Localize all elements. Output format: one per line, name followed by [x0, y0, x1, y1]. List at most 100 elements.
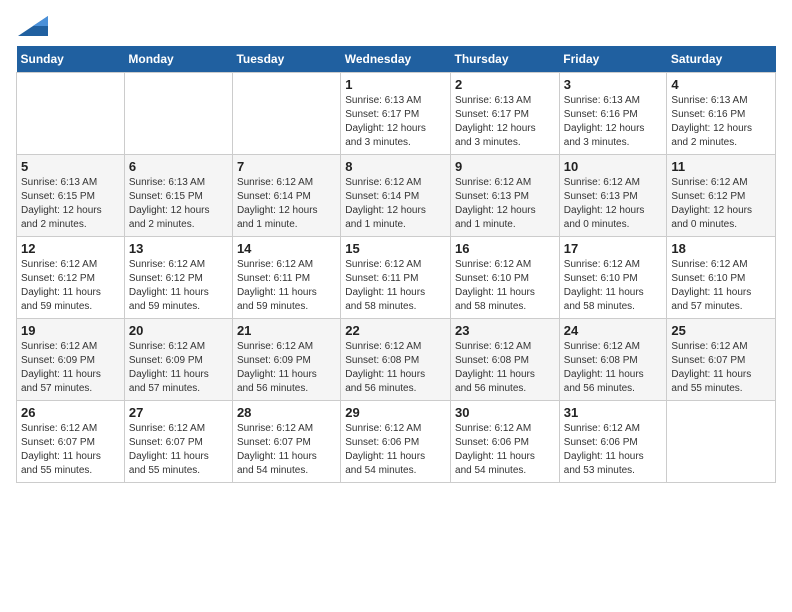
calendar-cell: 2Sunrise: 6:13 AM Sunset: 6:17 PM Daylig…	[451, 73, 560, 155]
day-info: Sunrise: 6:12 AM Sunset: 6:13 PM Dayligh…	[455, 176, 555, 232]
calendar-cell	[232, 73, 340, 155]
day-of-week-header: Saturday	[667, 46, 776, 73]
calendar-cell: 23 Sunrise: 6:12 AM Sunset: 6:08 PM Dayli…	[451, 319, 560, 401]
day-info: Sunrise: 6:12 AM Sunset: 6:07 PM Dayligh…	[129, 422, 228, 478]
calendar-cell: 29 Sunrise: 6:12 AM Sunset: 6:06 PM Dayli…	[341, 401, 451, 483]
calendar-cell	[17, 73, 125, 155]
calendar-cell: 7Sunrise: 6:12 AM Sunset: 6:14 PM Daylig…	[232, 155, 340, 237]
calendar-cell: 9 Sunrise: 6:12 AM Sunset: 6:13 PM Daylig…	[451, 155, 560, 237]
day-info: Sunrise: 6:12 AM Sunset: 6:08 PM Dayligh…	[564, 340, 663, 396]
day-number: 18	[671, 241, 771, 256]
day-number: 8	[345, 159, 446, 174]
day-number: 25	[671, 323, 771, 338]
day-info: Sunrise: 6:12 AM Sunset: 6:12 PM Dayligh…	[129, 258, 228, 314]
calendar-cell: 6 Sunrise: 6:13 AM Sunset: 6:15 PM Daylig…	[124, 155, 232, 237]
day-info: Sunrise: 6:13 AM Sunset: 6:15 PM Dayligh…	[21, 176, 120, 232]
day-info: Sunrise: 6:13 AM Sunset: 6:15 PM Dayligh…	[129, 176, 228, 232]
calendar-cell: 18 Sunrise: 6:12 AM Sunset: 6:10 PM Dayli…	[667, 237, 776, 319]
day-number: 29	[345, 405, 446, 420]
calendar-body: 1 Sunrise: 6:13 AM Sunset: 6:17 PM Daylig…	[17, 73, 776, 483]
day-info: Sunrise: 6:12 AM Sunset: 6:09 PM Dayligh…	[21, 340, 120, 396]
day-number: 26	[21, 405, 120, 420]
calendar-header: SundayMondayTuesdayWednesdayThursdayFrid…	[17, 46, 776, 73]
day-info: Sunrise: 6:12 AM Sunset: 6:07 PM Dayligh…	[21, 422, 120, 478]
day-info: Sunrise: 6:13 AM Sunset: 6:16 PM Dayligh…	[564, 94, 663, 150]
calendar-table: SundayMondayTuesdayWednesdayThursdayFrid…	[16, 46, 776, 483]
day-number: 1	[345, 77, 446, 92]
day-number: 30	[455, 405, 555, 420]
day-info: Sunrise: 6:13 AM Sunset: 6:16 PM Dayligh…	[671, 94, 771, 150]
day-number: 17	[564, 241, 663, 256]
calendar-cell: 15 Sunrise: 6:12 AM Sunset: 6:11 PM Dayli…	[341, 237, 451, 319]
logo-icon	[18, 16, 48, 36]
day-number: 3	[564, 77, 663, 92]
calendar-cell: 28 Sunrise: 6:12 AM Sunset: 6:07 PM Dayli…	[232, 401, 340, 483]
day-number: 22	[345, 323, 446, 338]
day-number: 14	[237, 241, 336, 256]
calendar-cell: 31Sunrise: 6:12 AM Sunset: 6:06 PM Dayli…	[559, 401, 667, 483]
day-number: 19	[21, 323, 120, 338]
day-info: Sunrise: 6:12 AM Sunset: 6:11 PM Dayligh…	[345, 258, 446, 314]
calendar-week-row: 19 Sunrise: 6:12 AM Sunset: 6:09 PM Dayli…	[17, 319, 776, 401]
day-number: 24	[564, 323, 663, 338]
day-info: Sunrise: 6:12 AM Sunset: 6:07 PM Dayligh…	[671, 340, 771, 396]
calendar-cell: 19 Sunrise: 6:12 AM Sunset: 6:09 PM Dayli…	[17, 319, 125, 401]
calendar-cell: 21 Sunrise: 6:12 AM Sunset: 6:09 PM Dayli…	[232, 319, 340, 401]
calendar-cell: 22 Sunrise: 6:12 AM Sunset: 6:08 PM Dayli…	[341, 319, 451, 401]
calendar-cell	[124, 73, 232, 155]
calendar-cell: 25 Sunrise: 6:12 AM Sunset: 6:07 PM Dayli…	[667, 319, 776, 401]
day-info: Sunrise: 6:12 AM Sunset: 6:10 PM Dayligh…	[564, 258, 663, 314]
calendar-week-row: 26 Sunrise: 6:12 AM Sunset: 6:07 PM Dayli…	[17, 401, 776, 483]
logo	[16, 16, 48, 36]
day-info: Sunrise: 6:12 AM Sunset: 6:06 PM Dayligh…	[345, 422, 446, 478]
day-of-week-header: Wednesday	[341, 46, 451, 73]
day-number: 11	[671, 159, 771, 174]
calendar-week-row: 1 Sunrise: 6:13 AM Sunset: 6:17 PM Daylig…	[17, 73, 776, 155]
day-of-week-header: Sunday	[17, 46, 125, 73]
calendar-cell: 20 Sunrise: 6:12 AM Sunset: 6:09 PM Dayli…	[124, 319, 232, 401]
day-info: Sunrise: 6:12 AM Sunset: 6:14 PM Dayligh…	[237, 176, 336, 232]
day-info: Sunrise: 6:12 AM Sunset: 6:14 PM Dayligh…	[345, 176, 446, 232]
calendar-cell: 11 Sunrise: 6:12 AM Sunset: 6:12 PM Dayli…	[667, 155, 776, 237]
calendar-cell: 30Sunrise: 6:12 AM Sunset: 6:06 PM Dayli…	[451, 401, 560, 483]
day-info: Sunrise: 6:12 AM Sunset: 6:07 PM Dayligh…	[237, 422, 336, 478]
day-info: Sunrise: 6:12 AM Sunset: 6:11 PM Dayligh…	[237, 258, 336, 314]
day-of-week-header: Thursday	[451, 46, 560, 73]
day-number: 13	[129, 241, 228, 256]
day-number: 9	[455, 159, 555, 174]
calendar-cell: 26 Sunrise: 6:12 AM Sunset: 6:07 PM Dayli…	[17, 401, 125, 483]
calendar-cell: 16Sunrise: 6:12 AM Sunset: 6:10 PM Dayli…	[451, 237, 560, 319]
day-number: 28	[237, 405, 336, 420]
calendar-cell: 13 Sunrise: 6:12 AM Sunset: 6:12 PM Dayli…	[124, 237, 232, 319]
day-number: 21	[237, 323, 336, 338]
day-info: Sunrise: 6:12 AM Sunset: 6:12 PM Dayligh…	[671, 176, 771, 232]
day-number: 16	[455, 241, 555, 256]
calendar-cell: 5 Sunrise: 6:13 AM Sunset: 6:15 PM Daylig…	[17, 155, 125, 237]
day-info: Sunrise: 6:13 AM Sunset: 6:17 PM Dayligh…	[345, 94, 446, 150]
day-info: Sunrise: 6:12 AM Sunset: 6:06 PM Dayligh…	[564, 422, 663, 478]
day-info: Sunrise: 6:12 AM Sunset: 6:12 PM Dayligh…	[21, 258, 120, 314]
calendar-cell: 17 Sunrise: 6:12 AM Sunset: 6:10 PM Dayli…	[559, 237, 667, 319]
day-of-week-header: Monday	[124, 46, 232, 73]
day-info: Sunrise: 6:12 AM Sunset: 6:08 PM Dayligh…	[455, 340, 555, 396]
day-info: Sunrise: 6:12 AM Sunset: 6:08 PM Dayligh…	[345, 340, 446, 396]
calendar-cell: 14 Sunrise: 6:12 AM Sunset: 6:11 PM Dayli…	[232, 237, 340, 319]
calendar-cell: 8 Sunrise: 6:12 AM Sunset: 6:14 PM Daylig…	[341, 155, 451, 237]
day-number: 2	[455, 77, 555, 92]
calendar-cell: 1 Sunrise: 6:13 AM Sunset: 6:17 PM Daylig…	[341, 73, 451, 155]
day-number: 15	[345, 241, 446, 256]
day-info: Sunrise: 6:12 AM Sunset: 6:10 PM Dayligh…	[671, 258, 771, 314]
day-number: 10	[564, 159, 663, 174]
day-number: 20	[129, 323, 228, 338]
calendar-week-row: 5 Sunrise: 6:13 AM Sunset: 6:15 PM Daylig…	[17, 155, 776, 237]
day-of-week-header: Tuesday	[232, 46, 340, 73]
day-number: 5	[21, 159, 120, 174]
day-info: Sunrise: 6:12 AM Sunset: 6:09 PM Dayligh…	[237, 340, 336, 396]
calendar-cell: 24 Sunrise: 6:12 AM Sunset: 6:08 PM Dayli…	[559, 319, 667, 401]
day-number: 23	[455, 323, 555, 338]
day-number: 12	[21, 241, 120, 256]
calendar-week-row: 12 Sunrise: 6:12 AM Sunset: 6:12 PM Dayli…	[17, 237, 776, 319]
day-info: Sunrise: 6:12 AM Sunset: 6:09 PM Dayligh…	[129, 340, 228, 396]
day-number: 27	[129, 405, 228, 420]
day-number: 6	[129, 159, 228, 174]
